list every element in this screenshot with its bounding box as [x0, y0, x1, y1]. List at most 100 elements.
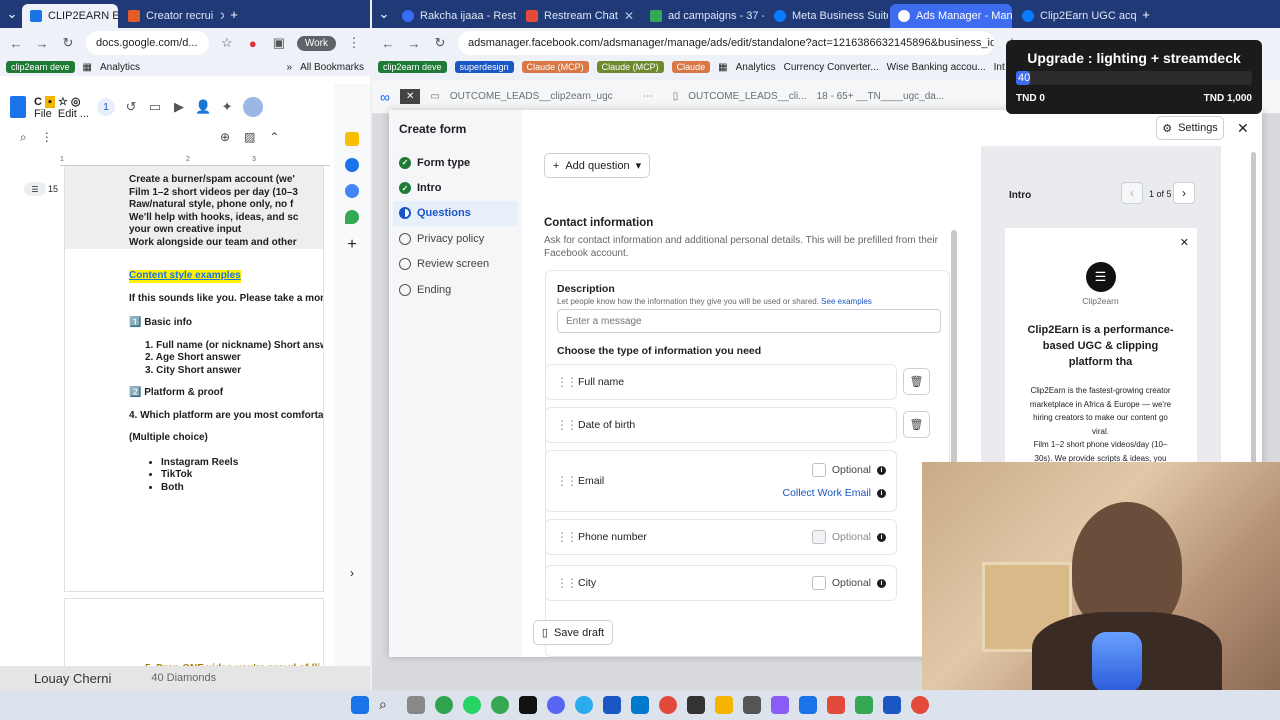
drag-handle-icon[interactable]: ⋮⋮	[556, 530, 578, 544]
bookmark-item[interactable]: Wise Banking accou...	[887, 62, 986, 73]
reload-icon[interactable]: ↻	[432, 35, 448, 51]
drag-handle-icon[interactable]: ⋮⋮	[556, 576, 578, 590]
bookmark-item[interactable]: Currency Converter...	[784, 62, 879, 73]
profile-badge[interactable]: Work	[296, 35, 336, 51]
star-icon[interactable]: ☆	[219, 35, 235, 51]
telegram-icon[interactable]	[575, 696, 593, 714]
new-tab-icon[interactable]: +	[1138, 7, 1154, 22]
field-date-of-birth[interactable]: ⋮⋮ Date of birth	[545, 407, 897, 443]
bookmark-item[interactable]: clip2earn deve	[378, 61, 447, 73]
delete-full-name-button[interactable]: 🗑	[903, 368, 930, 395]
step-form-type[interactable]: ✓ Form type	[399, 150, 512, 175]
settings-button[interactable]: ⚙ Settings	[1156, 116, 1224, 140]
drag-handle-icon[interactable]: ⋮⋮	[556, 375, 578, 389]
more-icon[interactable]: ⋮	[41, 130, 53, 145]
info-icon[interactable]: i	[877, 488, 886, 498]
doc-link[interactable]: Content style examples	[129, 270, 241, 283]
edit-mode-icon[interactable]: ⊕	[220, 130, 230, 144]
back-icon[interactable]: ←	[8, 36, 24, 51]
tab-meta-suite[interactable]: Meta Business Suite✕	[766, 4, 888, 28]
app-icon[interactable]	[883, 696, 901, 714]
app-icon[interactable]	[743, 696, 761, 714]
bookmark-item[interactable]: Claude	[671, 61, 711, 73]
bookmark-item[interactable]: Claude (MCP)	[521, 61, 589, 73]
ads-url-bar[interactable]: adsmanager.facebook.com/adsmanager/manag…	[458, 31, 994, 55]
start-icon[interactable]	[351, 696, 369, 714]
search-icon[interactable]: ⌕	[20, 130, 27, 145]
more-icon[interactable]: ⋮	[346, 35, 362, 51]
bookmark-item[interactable]: Int	[994, 62, 1005, 73]
outline-icon[interactable]: ☰	[24, 182, 46, 196]
see-examples-link[interactable]: See examples	[821, 297, 872, 306]
info-icon[interactable]: i	[877, 465, 886, 475]
discord-icon[interactable]	[547, 696, 565, 714]
close-icon[interactable]: ✕	[219, 9, 224, 23]
terminal-icon[interactable]	[687, 696, 705, 714]
info-icon[interactable]: i	[877, 532, 886, 542]
app-icon[interactable]	[771, 696, 789, 714]
tab-menu-icon[interactable]: ⌄	[376, 6, 392, 22]
add-question-button[interactable]: + Add question ▾	[544, 153, 650, 178]
app-icon[interactable]	[799, 696, 817, 714]
field-phone-number[interactable]: ⋮⋮ Phone number Optional i	[545, 519, 897, 555]
bookmark-item[interactable]: Claude (MCP)	[596, 61, 664, 73]
menu-edit[interactable]: Edit ...	[58, 108, 89, 120]
panel-icon[interactable]: ▯	[673, 91, 679, 102]
tab-ads-manager[interactable]: Ads Manager - Mana✕	[890, 4, 1012, 28]
app-icon[interactable]	[435, 696, 453, 714]
search-icon[interactable]: ⌕	[379, 696, 397, 714]
reload-icon[interactable]: ↻	[60, 35, 76, 51]
new-tab-icon[interactable]: +	[226, 7, 242, 22]
vscode-icon[interactable]	[631, 696, 649, 714]
chevron-right-icon[interactable]: »	[287, 62, 293, 73]
app-icon[interactable]	[855, 696, 873, 714]
chevron-right-icon[interactable]: ›	[350, 566, 354, 580]
campaign-crumb[interactable]: OUTCOME_LEADS__clip2earn_ugc	[450, 91, 613, 102]
docs-url-bar[interactable]: docs.google.com/d...	[86, 31, 209, 55]
optional-checkbox[interactable]	[811, 530, 826, 544]
description-input[interactable]	[557, 309, 941, 333]
forward-icon[interactable]: →	[34, 36, 50, 51]
history-icon[interactable]: ↺	[123, 99, 139, 115]
tab-restream[interactable]: Rakcha ijaaa - Restre✕	[394, 4, 516, 28]
optional-checkbox[interactable]	[811, 463, 826, 477]
grid-icon[interactable]: ▦	[718, 62, 727, 73]
step-privacy[interactable]: Privacy policy	[399, 226, 512, 251]
puzzle-icon[interactable]: ▣	[271, 35, 287, 51]
tab-menu-icon[interactable]: ⌄	[4, 6, 20, 22]
folder-icon[interactable]: ▪	[45, 95, 55, 108]
step-review[interactable]: Review screen	[399, 252, 512, 277]
close-icon[interactable]: ✕	[1180, 236, 1189, 249]
chrome-icon[interactable]	[911, 696, 929, 714]
bookmark-item[interactable]: Analytics	[736, 62, 776, 73]
save-draft-button[interactable]: ▯ Save draft	[533, 620, 613, 645]
doc-page[interactable]: Create a burner/spam account (we' Film 1…	[64, 166, 324, 592]
city-optional[interactable]: Optional i	[811, 576, 886, 590]
forward-icon[interactable]: →	[406, 36, 422, 51]
phone-optional[interactable]: Optional i	[811, 530, 886, 544]
bookmark-item[interactable]: Analytics	[100, 62, 140, 73]
prev-page-button[interactable]: ‹	[1121, 182, 1143, 204]
close-icon[interactable]: ✕	[624, 9, 634, 23]
optional-checkbox[interactable]	[811, 576, 826, 590]
whatsapp-icon[interactable]	[463, 696, 481, 714]
notion-icon[interactable]	[519, 696, 537, 714]
image-icon[interactable]: ▨	[244, 130, 255, 144]
add-icon[interactable]: +	[347, 236, 356, 254]
share-icon[interactable]: 👤	[195, 99, 211, 115]
extension-icon[interactable]: ●	[245, 36, 261, 51]
tab-ad-campaigns[interactable]: ad campaigns - 37 -✕	[642, 4, 764, 28]
grid-icon[interactable]: ▦	[83, 62, 92, 73]
gemini-icon[interactable]: ✦	[219, 99, 235, 115]
back-icon[interactable]: ←	[380, 36, 396, 51]
adset-crumb[interactable]: OUTCOME_LEADS__cli...	[688, 91, 806, 102]
taskview-icon[interactable]	[407, 696, 425, 714]
drag-handle-icon[interactable]: ⋮⋮	[556, 474, 578, 488]
close-icon[interactable]: ✕	[1237, 120, 1249, 137]
tab-clip2earn-ugc[interactable]: Clip2Earn UGC acqu✕	[1014, 4, 1136, 28]
email-optional[interactable]: Optional i	[811, 463, 886, 477]
keep-icon[interactable]	[345, 132, 359, 146]
video-icon[interactable]: ▶	[171, 99, 187, 115]
more-icon[interactable]: ⋯	[643, 91, 653, 102]
chevron-up-icon[interactable]: ⌃	[269, 130, 279, 144]
